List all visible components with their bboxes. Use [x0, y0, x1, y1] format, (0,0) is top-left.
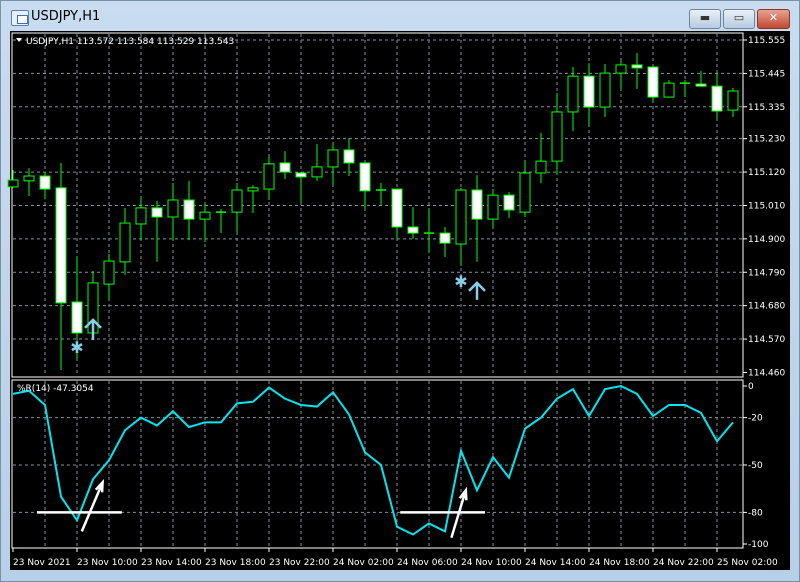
- candle-bull: [263, 163, 275, 190]
- arrow-drawing: [450, 486, 468, 539]
- candle-bear: [55, 187, 67, 304]
- candle-bear: [151, 207, 163, 218]
- candle-bull: [551, 111, 563, 162]
- price-axis-label: 114.570: [748, 335, 785, 345]
- star-icon: ✱: [70, 338, 83, 357]
- candle-bull: [199, 211, 211, 220]
- candle-bear: [391, 188, 403, 228]
- indicator-label: %R(14) -47.3054: [17, 384, 94, 394]
- price-axis-label: 114.790: [748, 268, 785, 278]
- star-icon: ✱: [454, 272, 467, 291]
- candle-bear: [279, 162, 291, 173]
- price-chart[interactable]: 115.555 115.445 115.335 115.230 115.120 115.0…: [0, 0, 800, 582]
- time-axis-label: 23 Nov 14:00: [141, 558, 202, 568]
- candle-bear: [647, 66, 659, 98]
- arrow-drawing: [80, 479, 105, 532]
- time-axis-label: 24 Nov 22:00: [653, 558, 714, 568]
- candle-bull: [327, 149, 339, 168]
- price-axis-label: 114.460: [748, 368, 785, 378]
- candle-bear: [439, 232, 451, 244]
- candle-bull: [535, 160, 547, 174]
- indicator-pane-frame: [11, 379, 744, 549]
- price-axis-label: 115.120: [748, 168, 785, 178]
- price-axis-label: 114.900: [748, 235, 785, 245]
- time-axis-label: 24 Nov 02:00: [333, 558, 394, 568]
- candle-bear: [695, 83, 707, 87]
- candle-bear: [583, 75, 595, 108]
- candle-bull: [599, 72, 611, 108]
- price-axis-label: 115.445: [748, 69, 785, 79]
- time-axis-label: 25 Nov 02:00: [717, 558, 778, 568]
- time-axis-label: 24 Nov 06:00: [397, 558, 458, 568]
- time-axis-label: 23 Nov 22:00: [269, 558, 330, 568]
- candle-bear: [407, 226, 419, 234]
- candle-bull: [487, 194, 499, 220]
- candle-bear: [359, 162, 371, 192]
- time-axis-label: 24 Nov 18:00: [589, 558, 650, 568]
- candle-bull: [7, 179, 19, 188]
- time-axis-label: 24 Nov 14:00: [525, 558, 586, 568]
- candle-bear: [631, 64, 643, 69]
- indicator-axis-label: -80: [748, 508, 763, 518]
- candle-bull: [231, 189, 243, 213]
- candle-bull: [135, 207, 147, 225]
- price-axis-label: 115.010: [748, 201, 785, 211]
- price-axis-label: 114.680: [748, 302, 785, 312]
- candle-bear: [711, 85, 723, 112]
- candle-bull: [119, 222, 131, 263]
- candle-bear: [343, 149, 355, 164]
- candle-bull: [663, 82, 675, 98]
- indicator-axis-label: 0: [748, 382, 754, 392]
- candle-bull: [615, 64, 627, 74]
- indicator-axis-label: -100: [748, 540, 769, 550]
- candle-bear: [503, 194, 515, 211]
- candle-bull: [567, 75, 579, 113]
- indicator-axis-label: -20: [748, 414, 763, 424]
- candle-bull: [23, 175, 35, 182]
- price-axis-label: 115.555: [748, 36, 785, 46]
- candle-bull: [727, 90, 739, 111]
- indicator-axis-label: -50: [748, 461, 763, 471]
- chart-header-quote: USDJPY,H1 113.572 113.584 113.529 113.54…: [26, 37, 234, 47]
- candle-bull: [103, 260, 115, 285]
- arrow-up-icon: [84, 318, 102, 340]
- candle-bear: [471, 189, 483, 220]
- time-axis-label: 23 Nov 10:00: [77, 558, 138, 568]
- arrow-up-icon: [468, 281, 486, 300]
- candle-bull: [167, 199, 179, 218]
- candle-bull: [519, 172, 531, 213]
- candle-bear: [71, 301, 83, 334]
- candle-bear: [183, 199, 195, 220]
- time-axis-label: 23 Nov 18:00: [205, 558, 266, 568]
- candle-bull: [311, 166, 323, 178]
- candle-bull: [455, 189, 467, 245]
- time-axis-label: 24 Nov 10:00: [461, 558, 522, 568]
- time-axis-label: 23 Nov 2021: [13, 558, 71, 568]
- price-axis-label: 115.230: [748, 135, 785, 145]
- price-axis-label: 115.335: [748, 103, 785, 113]
- candle-bear: [39, 175, 51, 190]
- candle-bull: [247, 187, 259, 192]
- candle-bear: [295, 172, 307, 178]
